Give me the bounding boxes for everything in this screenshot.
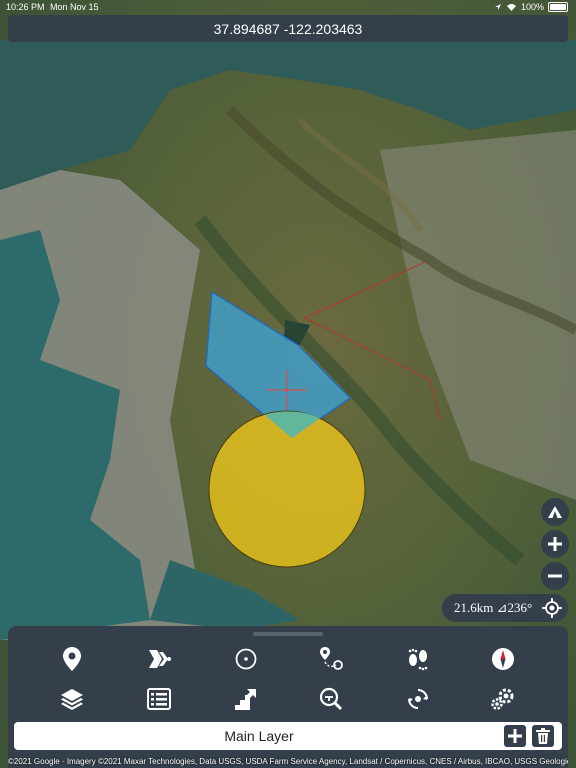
location-arrow-icon	[494, 4, 501, 10]
search-zoom-button[interactable]	[314, 682, 348, 716]
status-time: 10:26 PM	[6, 2, 45, 12]
layer-name: Main Layer	[224, 728, 294, 744]
layers-icon	[61, 689, 83, 710]
zoom-out-button[interactable]	[541, 562, 569, 590]
locate-icon	[542, 598, 562, 618]
battery-percent: 100%	[520, 2, 544, 12]
list-button[interactable]	[142, 682, 176, 716]
tent-button[interactable]	[541, 498, 569, 526]
sync-icon	[408, 689, 428, 709]
compass-icon	[492, 648, 514, 670]
waypoints-icon	[320, 647, 343, 670]
map-attribution: ©2021 Google · Imagery ©2021 Maxar Techn…	[8, 757, 568, 766]
add-route-button[interactable]	[142, 642, 176, 676]
settings-icon	[491, 688, 514, 710]
delete-layer-button[interactable]	[532, 725, 554, 747]
distance-bearing-label: 21.6km ⊿236°	[454, 600, 533, 615]
elevation-icon	[235, 689, 256, 710]
status-date: Mon Nov 15	[50, 2, 99, 12]
add-pin-button[interactable]	[55, 642, 89, 676]
footprints-button[interactable]	[401, 642, 435, 676]
route-icon	[149, 650, 171, 668]
battery-icon	[548, 2, 568, 12]
plus-icon	[508, 729, 522, 743]
zoom-in-button[interactable]	[541, 530, 569, 558]
zoom-in-icon	[548, 537, 562, 551]
panel-grabber[interactable]	[253, 632, 323, 636]
layers-button[interactable]	[55, 682, 89, 716]
wifi-icon	[506, 4, 516, 11]
circle-icon	[235, 648, 257, 670]
add-circle-button[interactable]	[229, 642, 263, 676]
settings-button[interactable]	[486, 682, 520, 716]
tool-panel: Main Layer	[8, 626, 568, 768]
add-layer-button[interactable]	[504, 725, 526, 747]
sync-location-button[interactable]	[401, 682, 435, 716]
locate-button[interactable]	[540, 596, 564, 620]
coordinate-display: 37.894687 -122.203463	[8, 15, 568, 42]
pin-icon	[63, 647, 81, 671]
search-zoom-icon	[319, 687, 343, 711]
zoom-out-icon	[548, 574, 562, 578]
status-indicators: 100%	[494, 2, 568, 12]
trash-icon	[536, 728, 550, 744]
drawn-circle	[208, 410, 366, 568]
tent-icon	[548, 506, 562, 518]
footprints-icon	[408, 648, 428, 671]
layer-selector[interactable]: Main Layer	[14, 722, 562, 750]
status-bar: 10:26 PM Mon Nov 15 100%	[0, 0, 576, 14]
list-icon	[147, 688, 171, 710]
waypoints-button[interactable]	[314, 642, 348, 676]
measurement-readout[interactable]: 21.6km ⊿236°	[442, 594, 568, 622]
elevation-button[interactable]	[229, 682, 263, 716]
compass-button[interactable]	[486, 642, 520, 676]
